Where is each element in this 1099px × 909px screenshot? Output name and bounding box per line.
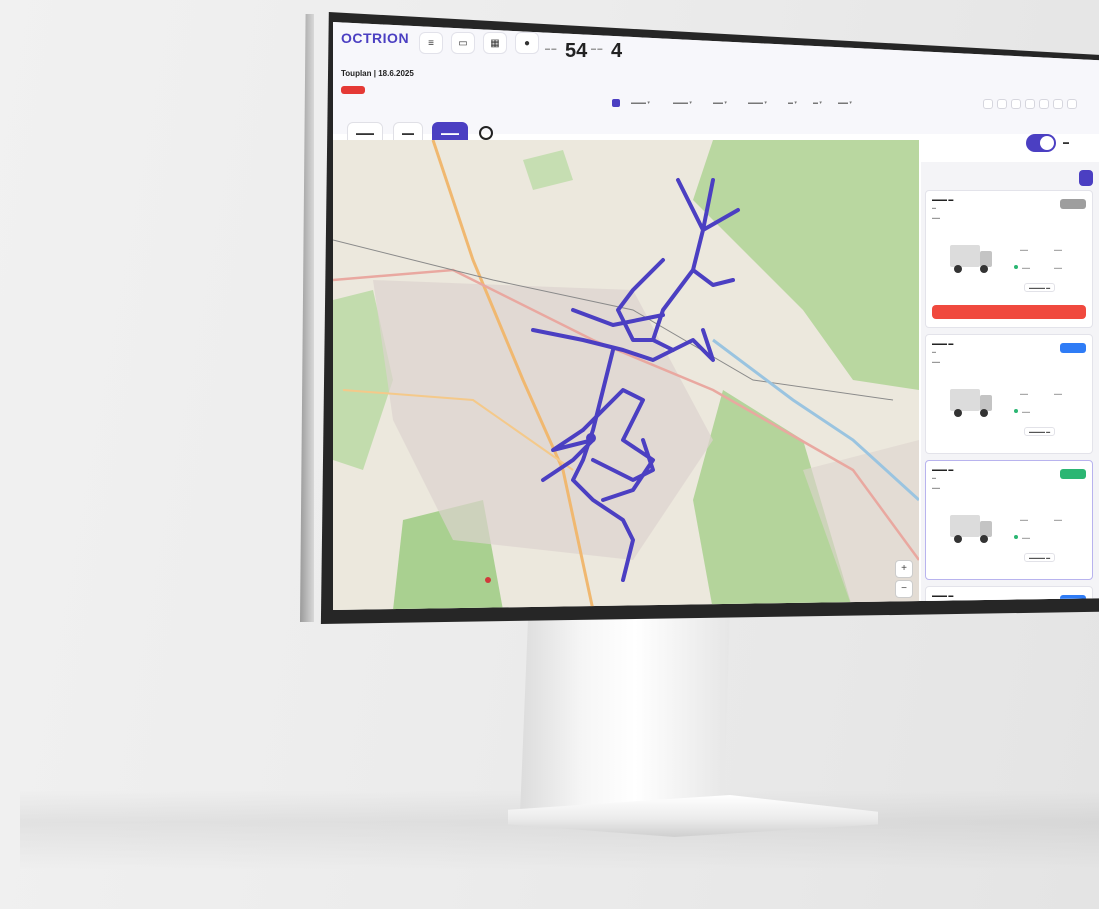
app-logo[interactable]: OCTRION [341, 30, 409, 46]
truck-icon: ▭ [458, 37, 468, 49]
truck-icon-button[interactable]: ▭ [451, 32, 475, 54]
vehicle-meta-2: ▬▬ [1054, 517, 1062, 522]
vehicle-meta-1: ▬▬ [1020, 517, 1028, 522]
window-button-6[interactable] [1053, 99, 1063, 109]
vehicle-details-button[interactable]: ▬▬▬▬ ▬ [1024, 427, 1056, 436]
vehicle-card-2[interactable]: ▬▬▬ ▬ ▬ ▬▬ ▬▬ ▬▬ ▬▬ ▬▬▬▬ ▬ [925, 334, 1093, 454]
view-toggle[interactable] [1026, 134, 1056, 152]
filter-7[interactable]: ▬▬ ▾ [838, 100, 852, 106]
filter-1[interactable]: ▬▬▬ ▾ [631, 100, 650, 106]
filter-4[interactable]: ▬▬▬ ▾ [748, 100, 767, 106]
vehicle-details-button[interactable]: ▬▬▬▬ ▬ [1024, 553, 1056, 562]
park-area-small [523, 150, 573, 190]
vehicle-sub: ▬ [932, 475, 936, 480]
route-marker[interactable] [586, 433, 596, 443]
vehicle-status-badge [1060, 343, 1086, 353]
forest-area-north [693, 140, 919, 390]
vehicle-card-3[interactable]: ▬▬▬ ▬ ▬ ▬▬ ▬▬ ▬▬ ▬▬ ▬▬▬▬ ▬ [925, 460, 1093, 580]
stat-1-value: 54 [565, 40, 588, 62]
truck-icon [950, 245, 992, 273]
filter-6[interactable]: ▬ ▾ [813, 100, 822, 106]
person-icon-button[interactable]: ● [515, 32, 539, 54]
route-map[interactable]: + − [333, 140, 919, 610]
vehicle-meta: ▬▬ [932, 215, 940, 220]
vehicle-online-dot [1014, 265, 1018, 269]
vehicle-online-dot [1014, 409, 1018, 413]
vehicle-sub: ▬ [932, 205, 936, 210]
stat-2-value: 4 [611, 40, 623, 62]
vehicle-meta-3: ▬▬ [1022, 409, 1030, 414]
page-title: Touplan | 18.6.2025 [341, 69, 414, 78]
vehicle-alert-bar[interactable] [932, 305, 1086, 319]
window-button-5[interactable] [1039, 99, 1049, 109]
filter-2[interactable]: ▬▬▬ ▾ [673, 100, 692, 106]
vehicle-meta-2: ▬▬ [1054, 391, 1062, 396]
vehicle-meta-3: ▬▬ [1022, 535, 1030, 540]
vehicle-id: ▬▬▬ ▬ [932, 197, 954, 203]
menu-icon: ≡ [428, 37, 434, 49]
depot-marker[interactable] [485, 577, 491, 583]
vehicle-panel: ▬▬▬ ▬ ▬ ▬▬ ▬▬ ▬▬ ▬▬ ▬▬ ▬▬▬▬ ▬ ▬▬▬ ▬ ▬ ▬▬ [921, 162, 1099, 610]
zoom-out-button[interactable]: − [895, 580, 913, 598]
monitor-stand-neck [520, 610, 730, 815]
vehicle-meta-3: ▬▬ [1022, 265, 1030, 270]
vehicle-status-badge [1060, 199, 1086, 209]
grid-icon: ▦ [490, 37, 500, 49]
person-icon: ● [523, 37, 531, 49]
window-button-1[interactable] [983, 99, 993, 109]
stat-1-label: ▬ ▬ [545, 46, 557, 52]
vehicle-status-badge [1060, 469, 1086, 479]
truck-icon [950, 515, 992, 543]
menu-icon-button[interactable]: ≡ [419, 32, 443, 54]
vehicle-details-button[interactable]: ▬▬▬▬ ▬ [1024, 283, 1056, 292]
driver-icon[interactable] [479, 126, 493, 140]
map-canvas [333, 140, 919, 610]
vehicle-sub: ▬ [932, 349, 936, 354]
filter-5[interactable]: ▬ ▾ [788, 100, 797, 106]
window-button-3[interactable] [1011, 99, 1021, 109]
vehicle-meta-1: ▬▬ [1020, 247, 1028, 252]
window-button-2[interactable] [997, 99, 1007, 109]
vehicle-meta-4: ▬▬ [1054, 265, 1062, 270]
window-button-4[interactable] [1025, 99, 1035, 109]
filter-3[interactable]: ▬▬ ▾ [713, 100, 727, 106]
vehicle-meta: ▬▬ [932, 359, 940, 364]
vehicle-id: ▬▬▬ ▬ [932, 593, 954, 599]
vehicle-meta-1: ▬▬ [1020, 391, 1028, 396]
grid-icon-button[interactable]: ▦ [483, 32, 507, 54]
vehicle-card-1[interactable]: ▬▬▬ ▬ ▬ ▬▬ ▬▬ ▬▬ ▬▬ ▬▬ ▬▬▬▬ ▬ [925, 190, 1093, 328]
zoom-in-button[interactable]: + [895, 560, 913, 578]
vehicle-meta-2: ▬▬ [1054, 247, 1062, 252]
panel-collapse-button[interactable] [1079, 170, 1093, 186]
filter-checkbox[interactable] [612, 99, 620, 107]
monitor-screen: OCTRION ≡ ▭ ▦ ● ▬ ▬ 54 ▬ ▬ 4 Touplan | 1… [333, 22, 1099, 610]
window-button-7[interactable] [1067, 99, 1077, 109]
vehicle-id: ▬▬▬ ▬ [932, 341, 954, 347]
stat-2-label: ▬ ▬ [591, 46, 603, 52]
vehicle-id: ▬▬▬ ▬ [932, 467, 954, 473]
view-toggle-label: ▬ [1063, 140, 1069, 146]
vehicle-meta: ▬▬ [932, 485, 940, 490]
vehicle-online-dot [1014, 535, 1018, 539]
status-badge [341, 86, 365, 94]
truck-icon [950, 389, 992, 417]
